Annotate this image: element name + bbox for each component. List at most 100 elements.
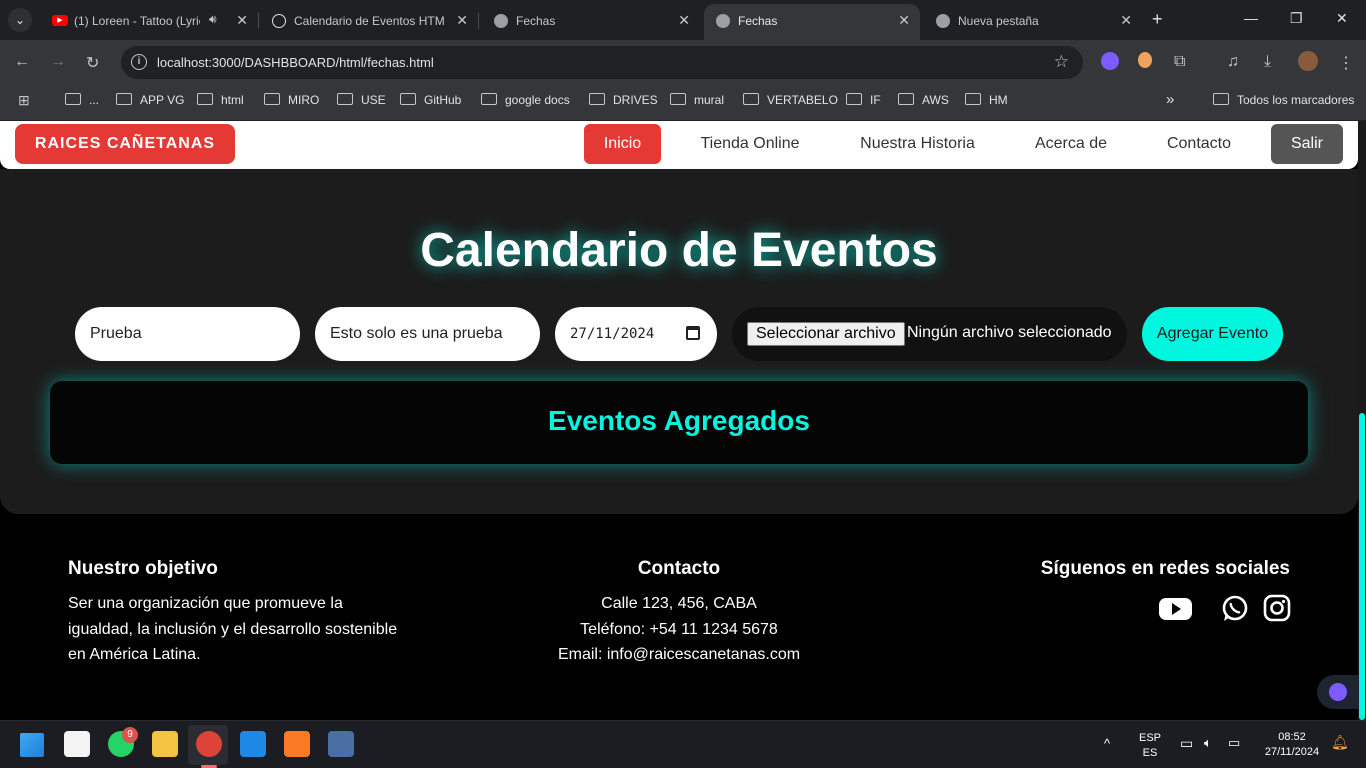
menu-dots-icon[interactable]: ⋮ <box>1338 53 1354 73</box>
nav-nuestra-historia[interactable]: Nuestra Historia <box>850 124 985 164</box>
notification-bell-icon[interactable]: 🔔︎ <box>1331 734 1349 751</box>
address-bar[interactable]: i localhost:3000/DASHBBOARD/html/fechas.… <box>121 46 1083 79</box>
minimize-icon[interactable]: — <box>1244 10 1258 26</box>
reload-icon[interactable]: ↻ <box>86 53 99 73</box>
close-tab-icon[interactable]: ✕ <box>456 12 468 29</box>
site-info-icon[interactable]: i <box>131 54 147 70</box>
youtube-icon[interactable] <box>1159 594 1192 622</box>
choose-file-button[interactable]: Seleccionar archivo <box>747 322 905 346</box>
contact-phone: Teléfono: +54 11 1234 5678 <box>580 620 778 638</box>
bookmarks-bar: ⊞ ... APP VG html MIRO USE GitHub google… <box>0 86 1366 121</box>
microsoft-store-icon[interactable] <box>64 731 90 757</box>
media-control-icon[interactable]: ♫ <box>1227 53 1239 71</box>
contact-text: Calle 123, 456, CABA Teléfono: +54 11 12… <box>479 591 879 668</box>
mysql-workbench-icon[interactable] <box>328 731 354 757</box>
globe-icon <box>494 14 508 28</box>
browser-tab-bar: ⌄ ▶ (1) Loreen - Tattoo (Lyric 🔊︎ ✕ Cale… <box>0 0 1366 40</box>
bookmark-folder[interactable]: USE <box>337 93 386 107</box>
folder-icon <box>481 93 497 105</box>
folder-icon <box>965 93 981 105</box>
chrome-app-icon[interactable] <box>196 731 222 757</box>
close-tab-icon[interactable]: ✕ <box>1120 12 1132 29</box>
brand-logo-button[interactable]: RAICES CAÑETANAS <box>15 124 235 164</box>
language-indicator[interactable]: ESP ES <box>1136 731 1164 761</box>
network-icon[interactable]: ▭ <box>1180 735 1193 752</box>
bookmark-folder[interactable]: VERTABELO <box>743 93 838 107</box>
forward-arrow-icon[interactable]: → <box>50 53 66 71</box>
bookmark-folder[interactable]: google docs <box>481 93 570 107</box>
back-arrow-icon[interactable]: ← <box>14 53 30 71</box>
whatsapp-icon[interactable] <box>1221 594 1249 622</box>
calendar-icon[interactable] <box>686 326 700 340</box>
xampp-icon[interactable] <box>284 731 310 757</box>
apps-grid-icon[interactable]: ⊞ <box>18 92 30 109</box>
close-window-icon[interactable]: ✕ <box>1336 10 1348 27</box>
tab-nueva-pestana[interactable]: Nueva pestaña ✕ <box>924 5 1142 35</box>
bookmark-folder[interactable]: html <box>197 93 244 107</box>
bookmark-folder[interactable]: MIRO <box>264 93 319 107</box>
windows-start-icon[interactable] <box>20 733 44 757</box>
browser-toolbar: ← → ↻ i localhost:3000/DASHBBOARD/html/f… <box>0 40 1366 86</box>
nav-contacto[interactable]: Contacto <box>1157 124 1241 164</box>
floating-extension-button[interactable] <box>1317 675 1359 709</box>
all-bookmarks-folder[interactable]: Todos los marcadores <box>1213 93 1354 107</box>
restore-icon[interactable]: ❐ <box>1290 10 1303 27</box>
url-text: localhost:3000/DASHBBOARD/html/fechas.ht… <box>157 55 434 70</box>
close-tab-icon[interactable]: ✕ <box>678 12 690 29</box>
tray-chevron-up-icon[interactable]: ^ <box>1104 736 1110 751</box>
bookmark-folder[interactable]: ... <box>65 93 99 107</box>
clock[interactable]: 08:52 27/11/2024 <box>1254 730 1330 760</box>
instagram-icon[interactable] <box>1263 594 1291 622</box>
objective-line: Ser una organización que promueve la <box>68 595 343 612</box>
bookmark-folder[interactable]: HM <box>965 93 1008 107</box>
nav-tienda-online[interactable]: Tienda Online <box>690 124 810 164</box>
tab-title: Fechas <box>516 14 556 28</box>
tab-title: Fechas <box>738 14 778 28</box>
bookmark-folder[interactable]: DRIVES <box>589 93 658 107</box>
close-tab-icon[interactable]: ✕ <box>236 12 248 29</box>
brain-extension-icon[interactable] <box>1101 52 1119 70</box>
battery-icon[interactable]: ▭ <box>1228 735 1240 751</box>
bookmark-folder[interactable]: AWS <box>898 93 949 107</box>
bookmark-folder[interactable]: mural <box>670 93 724 107</box>
profile-avatar[interactable] <box>1298 51 1318 71</box>
page-scrollbar[interactable] <box>1358 121 1366 720</box>
tab-separator <box>258 13 259 29</box>
event-description-input[interactable]: Esto solo es una prueba <box>315 307 540 361</box>
folder-icon <box>670 93 686 105</box>
scrollbar-thumb[interactable] <box>1359 413 1365 720</box>
tab-youtube[interactable]: ▶ (1) Loreen - Tattoo (Lyric 🔊︎ ✕ <box>40 5 259 35</box>
download-icon[interactable]: ⤓ <box>1264 53 1271 71</box>
folder-icon <box>264 93 280 105</box>
openai-icon <box>272 14 286 28</box>
more-bookmarks-chevron-icon[interactable]: » <box>1166 91 1174 108</box>
logout-button[interactable]: Salir <box>1271 124 1343 164</box>
extension-icon[interactable] <box>1138 52 1152 68</box>
extensions-puzzle-icon[interactable]: ⧉ <box>1174 53 1185 71</box>
folder-icon <box>197 93 213 105</box>
bookmark-folder[interactable]: IF <box>846 93 881 107</box>
tab-search-chevron-icon[interactable]: ⌄ <box>8 8 32 32</box>
file-explorer-icon[interactable] <box>152 731 178 757</box>
event-file-input[interactable]: Seleccionar archivo Ningún archivo selec… <box>732 307 1127 361</box>
site-footer: Nuestro objetivo Ser una organización qu… <box>0 514 1358 720</box>
tab-title: Calendario de Eventos HTM <box>294 14 444 28</box>
new-tab-plus-icon[interactable]: + <box>1152 9 1163 30</box>
close-tab-icon[interactable]: ✕ <box>898 12 910 29</box>
event-date-input[interactable]: 27/11/2024 <box>555 307 717 361</box>
bookmark-star-icon[interactable]: ☆ <box>1054 52 1069 72</box>
tab-calendario[interactable]: Calendario de Eventos HTM ✕ <box>260 5 479 35</box>
speaker-icon[interactable]: 🔊︎ <box>209 12 217 27</box>
event-name-input[interactable]: Prueba <box>75 307 300 361</box>
bookmark-folder[interactable]: APP VG <box>116 93 184 107</box>
add-event-button[interactable]: Agregar Evento <box>1142 307 1283 361</box>
volume-icon[interactable]: 🔈︎ <box>1204 735 1212 751</box>
bookmark-folder[interactable]: GitHub <box>400 93 461 107</box>
vscode-icon[interactable] <box>240 731 266 757</box>
events-list-card: Eventos Agregados <box>50 381 1308 464</box>
contact-email[interactable]: Email: info@raicescanetanas.com <box>479 642 879 668</box>
nav-inicio[interactable]: Inicio <box>584 124 661 164</box>
tab-fechas-active[interactable]: Fechas ✕ <box>704 4 920 40</box>
tab-fechas-1[interactable]: Fechas ✕ <box>482 5 700 35</box>
nav-acerca-de[interactable]: Acerca de <box>1025 124 1117 164</box>
